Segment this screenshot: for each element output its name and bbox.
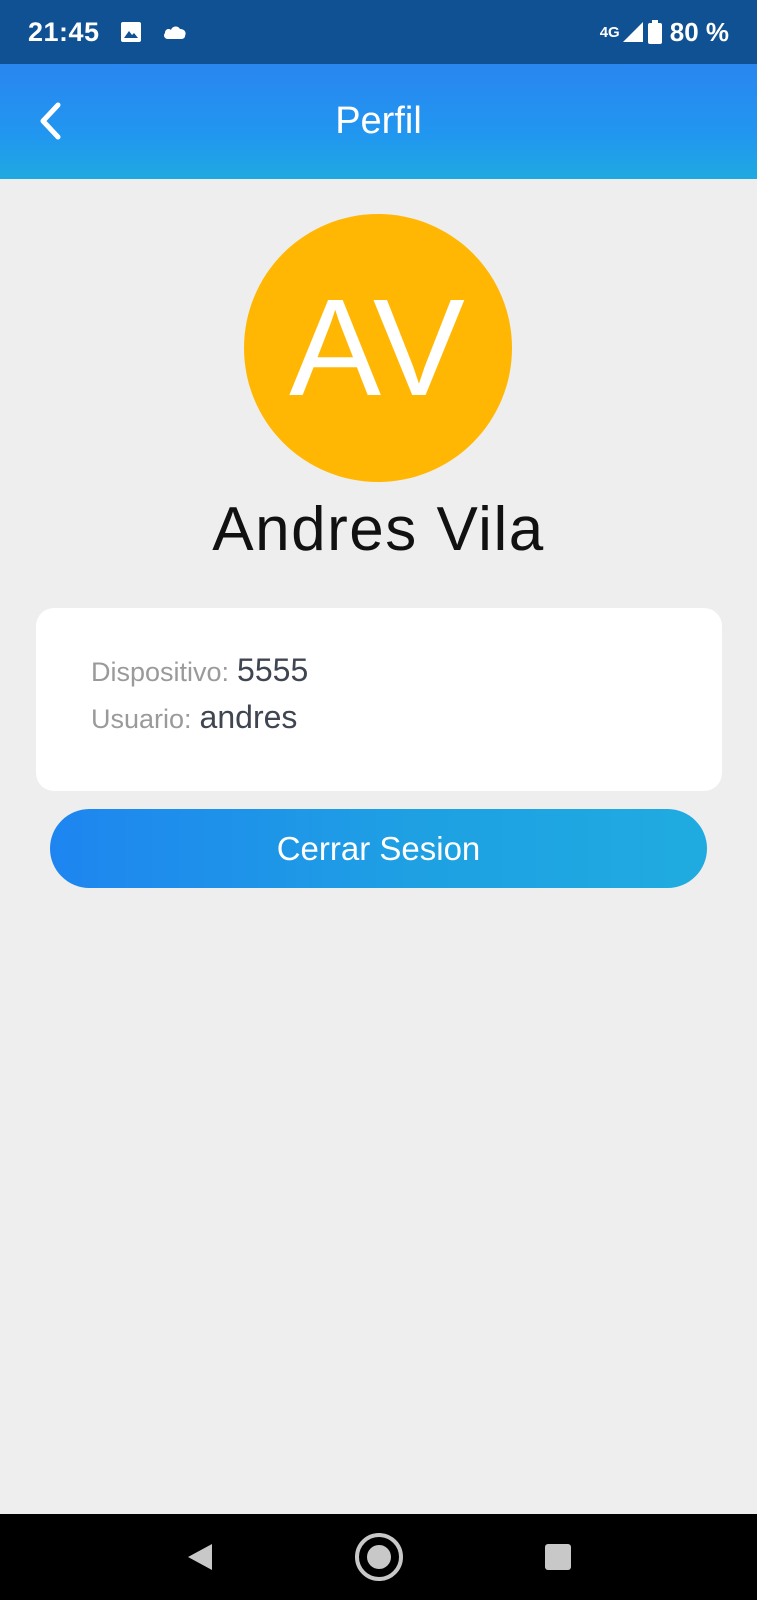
user-row: Usuario: andres	[91, 699, 722, 746]
back-button[interactable]	[28, 94, 74, 148]
logout-button[interactable]: Cerrar Sesion	[50, 809, 707, 888]
app-bar: Perfil	[0, 64, 757, 179]
device-row: Dispositivo: 5555	[91, 652, 722, 699]
battery-percentage: 80 %	[669, 16, 729, 47]
navigation-bar	[0, 1514, 757, 1600]
status-right: 4G 80 %	[600, 17, 729, 48]
device-value: 5555	[237, 652, 309, 688]
status-bar: 21:45 4G 80 %	[0, 0, 757, 64]
page-title: Perfil	[335, 100, 422, 142]
avatar-initials: AV	[289, 270, 467, 425]
profile-screen: 21:45 4G 80 % Perfil AV Andres Vila Disp…	[0, 0, 757, 1600]
nav-recents-button[interactable]	[528, 1527, 588, 1587]
user-label: Usuario:	[91, 704, 192, 734]
device-label: Dispositivo:	[91, 657, 230, 687]
nav-home-button[interactable]	[349, 1527, 409, 1587]
status-time: 21:45	[28, 16, 100, 47]
user-name: Andres Vila	[212, 495, 545, 564]
chevron-left-icon	[38, 101, 64, 141]
recents-square-icon	[544, 1543, 572, 1571]
image-icon	[120, 21, 142, 43]
status-left: 21:45	[28, 17, 188, 48]
user-value: andres	[199, 699, 298, 735]
avatar: AV	[244, 214, 512, 482]
battery-icon	[647, 20, 662, 44]
signal-icon	[622, 21, 644, 43]
cloud-icon	[162, 23, 188, 41]
network-type: 4G	[599, 23, 620, 41]
back-triangle-icon	[186, 1542, 214, 1572]
home-circle-icon	[353, 1531, 405, 1583]
info-card: Dispositivo: 5555 Usuario: andres	[36, 608, 722, 791]
nav-back-button[interactable]	[170, 1527, 230, 1587]
